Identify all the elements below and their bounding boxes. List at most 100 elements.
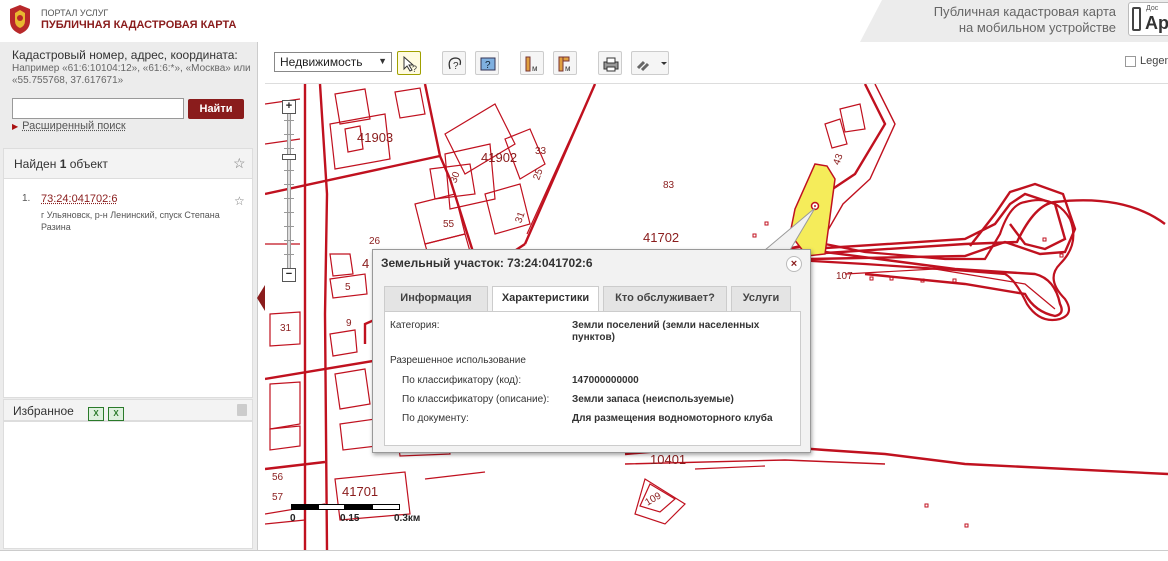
- trash-icon[interactable]: [237, 404, 247, 416]
- triangle-right-icon: ▶: [12, 122, 19, 131]
- map-label: 83: [663, 180, 675, 191]
- map-label: 33: [535, 146, 547, 157]
- category-value: Земли поселений (земли населенных пункто…: [572, 320, 760, 343]
- results-title-prefix: Найден: [14, 157, 60, 171]
- map-label: 31: [280, 323, 292, 334]
- zoom-tick: [284, 134, 294, 135]
- map-label: 41903: [357, 130, 394, 145]
- popup-pointer: [765, 207, 816, 251]
- info-area-tool[interactable]: ?: [475, 51, 499, 75]
- measure-area-tool[interactable]: м: [553, 51, 577, 75]
- classifier-desc-value: Земли запаса (неиспользуемые): [572, 394, 734, 405]
- scale-segment: [291, 504, 318, 510]
- allowed-use-label: Разрешенное использование: [390, 355, 526, 366]
- identify-tool[interactable]: ?: [397, 51, 421, 75]
- excel-import-icon[interactable]: X: [88, 407, 104, 421]
- search-label: Кадастровый номер, адрес, координата:: [12, 48, 238, 62]
- favorites-list: [3, 421, 253, 549]
- zoom-tick: [284, 254, 294, 255]
- left-panel: Кадастровый номер, адрес, координата: На…: [0, 42, 258, 561]
- favorites-title: Избранное: [13, 404, 74, 418]
- document-label: По документу:: [402, 413, 469, 424]
- app-badge-big: Ap: [1145, 13, 1168, 33]
- layer-select-value: Недвижимость: [280, 55, 363, 69]
- link-menu-button[interactable]: [631, 51, 669, 75]
- zoom-in-button[interactable]: +: [282, 100, 296, 114]
- parcel-popup: Земельный участок: 73:24:041702:6 × Инфо…: [372, 249, 811, 453]
- link-icon: [636, 60, 667, 72]
- print-button[interactable]: [598, 51, 622, 75]
- favorites-header: Избранное XX: [3, 399, 253, 421]
- app-store-badge[interactable]: Дос Ap: [1128, 2, 1168, 36]
- collapse-panel-handle[interactable]: [257, 285, 265, 311]
- map-label: 10401: [650, 452, 687, 467]
- app-badge-small: Дос: [1146, 5, 1159, 12]
- results-header: Найден 1 объект ☆: [4, 149, 252, 179]
- footer-strip: [0, 550, 1168, 561]
- zoom-slider-handle[interactable]: [282, 154, 296, 160]
- zoom-out-button[interactable]: −: [282, 268, 296, 282]
- favorites-actions: XX: [88, 403, 128, 421]
- document-value: Для размещения водномоторного клуба: [572, 413, 773, 424]
- classifier-code-value: 147000000000: [572, 375, 639, 386]
- map-label: 56: [272, 472, 284, 483]
- zoom-tick: [284, 170, 294, 171]
- layer-select[interactable]: Недвижимость ▼: [274, 52, 392, 72]
- search-input[interactable]: [12, 98, 184, 119]
- ruler-icon: м: [525, 56, 538, 73]
- info-lasso-tool[interactable]: ?: [442, 51, 466, 75]
- classifier-desc-label: По классификатору (описание):: [402, 394, 550, 405]
- results-title-suffix: объект: [66, 157, 108, 171]
- legend-checkbox[interactable]: [1125, 56, 1136, 67]
- printer-icon: [603, 57, 619, 72]
- category-label: Категория:: [390, 320, 440, 331]
- star-icon[interactable]: ☆: [233, 156, 247, 170]
- result-link[interactable]: 73:24:041702:6: [41, 193, 117, 205]
- search-button[interactable]: Найти: [188, 99, 244, 119]
- map-label: 55: [443, 219, 455, 230]
- mobile-banner[interactable]: Публичная кадастровая карта на мобильном…: [860, 0, 1168, 42]
- result-number: 1.: [22, 193, 31, 204]
- zoom-tick: [284, 184, 294, 185]
- tab-services[interactable]: Услуги: [731, 286, 791, 311]
- tab-info[interactable]: Информация: [384, 286, 488, 311]
- zoom-tick: [284, 120, 294, 121]
- map-label: 4: [362, 256, 370, 271]
- results-panel: Найден 1 объект ☆ 1. 73:24:041702:6 ☆ г …: [3, 148, 253, 398]
- zoom-slider-track[interactable]: [287, 112, 291, 272]
- advanced-search-link[interactable]: ▶ Расширенный поиск: [12, 120, 126, 132]
- scale-label: 0: [290, 513, 296, 524]
- phone-icon: [1132, 7, 1141, 31]
- map-label: 41702: [643, 230, 680, 245]
- close-icon[interactable]: ×: [786, 256, 802, 272]
- scale-label: 0.3км: [394, 513, 421, 524]
- map-label: 107: [836, 271, 853, 282]
- popup-body: Категория: Земли поселений (земли населе…: [384, 311, 801, 446]
- zoom-tick: [284, 226, 294, 227]
- zoom-tick: [284, 148, 294, 149]
- zoom-control: + −: [282, 100, 296, 282]
- scale-segment: [345, 504, 372, 510]
- measure-length-tool[interactable]: м: [520, 51, 544, 75]
- map-label: 26: [369, 236, 381, 247]
- svg-text:м: м: [532, 64, 538, 73]
- advanced-search-label: Расширенный поиск: [22, 120, 126, 132]
- chevron-down-icon: ▼: [378, 56, 387, 66]
- ruler-area-icon: м: [558, 56, 571, 73]
- scale-segment: [318, 504, 345, 510]
- tab-who-serves[interactable]: Кто обслуживает?: [603, 286, 727, 311]
- legend-label: Legen: [1140, 55, 1168, 67]
- mobile-line-2: на мобильном устройстве: [958, 20, 1116, 35]
- zoom-tick: [284, 212, 294, 213]
- portal-title[interactable]: ПУБЛИЧНАЯ КАДАСТРОВАЯ КАРТА: [41, 19, 236, 31]
- map-label: 41902: [481, 150, 518, 165]
- mobile-line-1: Публичная кадастровая карта: [933, 4, 1116, 19]
- emblem-logo[interactable]: [6, 3, 34, 35]
- excel-export-icon[interactable]: X: [108, 407, 124, 421]
- header: ПОРТАЛ УСЛУГ ПУБЛИЧНАЯ КАДАСТРОВАЯ КАРТА…: [0, 0, 1168, 42]
- tab-characteristics[interactable]: Характеристики: [492, 286, 599, 312]
- star-icon[interactable]: ☆: [234, 194, 248, 208]
- portal-label: ПОРТАЛ УСЛУГ: [41, 8, 109, 18]
- scale-segment: [372, 504, 400, 510]
- map-toolbar: Недвижимость ▼ ? ? ? м м Legen: [265, 42, 1168, 84]
